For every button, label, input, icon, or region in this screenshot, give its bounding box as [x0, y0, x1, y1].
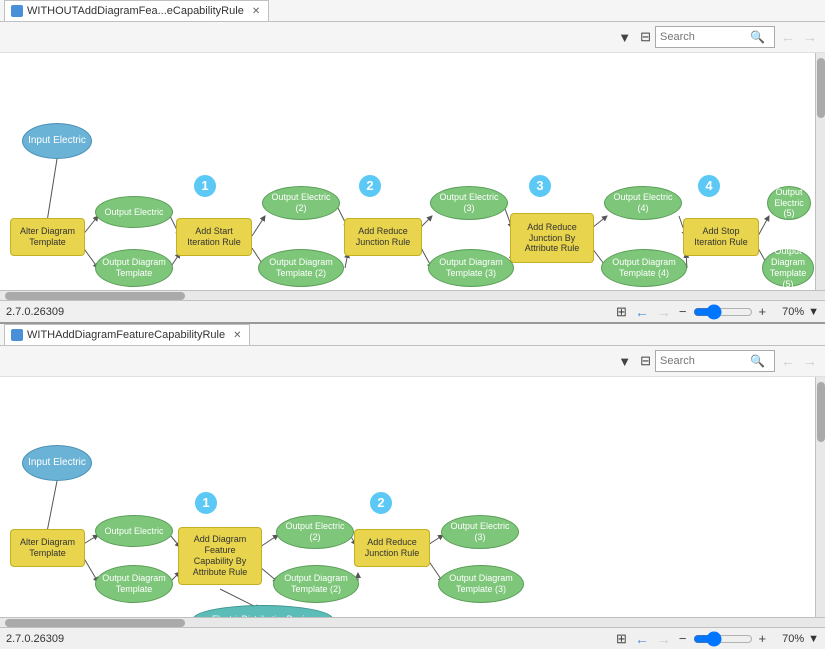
p1-output-electric-5: Output Electric(5): [767, 186, 811, 220]
p2-alter-diagram: Alter DiagramTemplate: [10, 529, 85, 567]
p1-output-diagram-4: Output DiagramTemplate (4): [601, 249, 687, 287]
panel2-tab-label: WITHAddDiagramFeatureCapabilityRule: [27, 329, 225, 341]
p1-add-stop: Add StopIteration Rule: [683, 218, 759, 256]
panel1-fit-btn[interactable]: ⊞: [614, 304, 629, 320]
panel1-nav-forward[interactable]: →: [801, 29, 819, 45]
panel1-version: 2.7.0.26309: [6, 306, 64, 318]
panel1-zoom-plus[interactable]: +: [757, 304, 769, 319]
panel2-toolbar: ▼ ⊟ 🔍 ← →: [0, 346, 825, 377]
panel2-zoom-slider[interactable]: [693, 631, 753, 647]
p1-output-diagram-1: Output DiagramTemplate: [95, 249, 173, 287]
panel2-nav-back[interactable]: ←: [779, 353, 797, 369]
p2-output-diagram-2: Output DiagramTemplate (2): [273, 565, 359, 603]
p1-add-start: Add StartIteration Rule: [176, 218, 252, 256]
panel2-filter-icon: ⊟: [640, 353, 651, 369]
panel2-tab-icon: [11, 329, 23, 341]
panel2-search-input[interactable]: [660, 355, 750, 367]
p1-output-electric-4: Output Electric(4): [604, 186, 682, 220]
panel2-nav-forward[interactable]: →: [801, 353, 819, 369]
panel2-status-bar: 2.7.0.26309 ⊞ ← → − + 70% ▼: [0, 627, 825, 649]
panel1-status-right: ⊞ ← → − + 70% ▼: [614, 304, 819, 320]
panel1-forward-btn[interactable]: →: [655, 304, 673, 320]
p2-badge-1: 1: [193, 490, 219, 516]
panel1-back-btn[interactable]: ←: [633, 304, 651, 320]
panel2-back-btn[interactable]: ←: [633, 631, 651, 647]
p1-badge-4: 4: [696, 173, 722, 199]
panel1-scrollbar-v[interactable]: [815, 53, 825, 290]
panel1-status-bar: 2.7.0.26309 ⊞ ← → − + 70% ▼: [0, 300, 825, 322]
tab-icon: [11, 5, 23, 17]
panel2-fit-btn[interactable]: ⊞: [614, 631, 629, 647]
p1-output-diagram-3: Output DiagramTemplate (3): [428, 249, 514, 287]
p2-output-electric-3: Output Electric(3): [441, 515, 519, 549]
panel2: WITHAddDiagramFeatureCapabilityRule ✕ ▼ …: [0, 324, 825, 649]
p2-badge-2: 2: [368, 490, 394, 516]
p2-output-diagram-1: Output DiagramTemplate: [95, 565, 173, 603]
p2-input-electric: Input Electric: [22, 445, 92, 481]
panel2-tab[interactable]: WITHAddDiagramFeatureCapabilityRule ✕: [4, 324, 250, 345]
p2-output-diagram-3: Output DiagramTemplate (3): [438, 565, 524, 603]
p1-output-diagram-5: Output DiagramTemplate (5): [762, 249, 814, 287]
panel1-tab-close[interactable]: ✕: [252, 6, 260, 17]
p1-add-reduce-attr: Add ReduceJunction ByAttribute Rule: [510, 213, 594, 263]
panel2-forward-btn[interactable]: →: [655, 631, 673, 647]
panel2-filter-button[interactable]: ▼: [613, 351, 636, 372]
panel1-diagram-area: Input Electric Alter DiagramTemplate Out…: [0, 53, 825, 290]
p2-add-reduce-junction: Add ReduceJunction Rule: [354, 529, 430, 567]
panel1-tab[interactable]: WITHOUTAddDiagramFea...eCapabilityRule ✕: [4, 0, 269, 21]
p2-eledist-1: ElectricDistributionDevice: [193, 605, 333, 617]
panel1-search-box: 🔍: [655, 26, 775, 48]
p1-badge-2: 2: [357, 173, 383, 199]
panel2-zoom-plus[interactable]: +: [757, 631, 769, 646]
panel1-dropdown-arrow[interactable]: ▼: [808, 306, 819, 318]
panel2-search-box: 🔍: [655, 350, 775, 372]
panel2-dropdown-arrow[interactable]: ▼: [808, 633, 819, 645]
panel1-scrollbar-h[interactable]: [0, 290, 825, 300]
p1-input-electric: Input Electric: [22, 123, 92, 159]
panel2-status-right: ⊞ ← → − + 70% ▼: [614, 631, 819, 647]
p1-output-diagram-2: Output DiagramTemplate (2): [258, 249, 344, 287]
p1-add-reduce-junction: Add ReduceJunction Rule: [344, 218, 422, 256]
p2-add-diagram-feat: Add DiagramFeatureCapability ByAttribute…: [178, 527, 262, 585]
panel2-scrollbar-v[interactable]: [815, 377, 825, 617]
panel1-tab-label: WITHOUTAddDiagramFea...eCapabilityRule: [27, 5, 244, 17]
p2-output-electric-2: Output Electric(2): [276, 515, 354, 549]
p1-output-electric-2: Output Electric(2): [262, 186, 340, 220]
panel2-version: 2.7.0.26309: [6, 633, 64, 645]
p1-badge-1: 1: [192, 173, 218, 199]
panel2-search-icon: 🔍: [750, 354, 765, 368]
panel2-tab-close[interactable]: ✕: [233, 330, 241, 341]
panel1-tab-bar: WITHOUTAddDiagramFea...eCapabilityRule ✕: [0, 0, 825, 22]
panel2-zoom-minus[interactable]: −: [677, 631, 689, 646]
p1-alter-diagram: Alter DiagramTemplate: [10, 218, 85, 256]
filter-icon: ⊟: [640, 29, 651, 45]
panel1-zoom-level: 70%: [772, 306, 804, 318]
panel1-zoom-slider[interactable]: [693, 304, 753, 320]
panel2-tab-bar: WITHAddDiagramFeatureCapabilityRule ✕: [0, 324, 825, 346]
panel2-zoom-level: 70%: [772, 633, 804, 645]
p1-output-electric-1: Output Electric: [95, 196, 173, 228]
panel1-zoom-minus[interactable]: −: [677, 304, 689, 319]
filter-button[interactable]: ▼: [613, 27, 636, 48]
p2-output-electric-1: Output Electric: [95, 515, 173, 547]
panel1-nav-back[interactable]: ←: [779, 29, 797, 45]
p1-badge-3: 3: [527, 173, 553, 199]
search-icon: 🔍: [750, 30, 765, 44]
p1-output-electric-3: Output Electric(3): [430, 186, 508, 220]
panel2-scrollbar-h[interactable]: [0, 617, 825, 627]
panel1-toolbar: ▼ ⊟ 🔍 ← →: [0, 22, 825, 53]
panel1: WITHOUTAddDiagramFea...eCapabilityRule ✕…: [0, 0, 825, 324]
panel1-search-input[interactable]: [660, 31, 750, 43]
panel2-diagram-area: Input Electric Alter DiagramTemplate Out…: [0, 377, 825, 617]
